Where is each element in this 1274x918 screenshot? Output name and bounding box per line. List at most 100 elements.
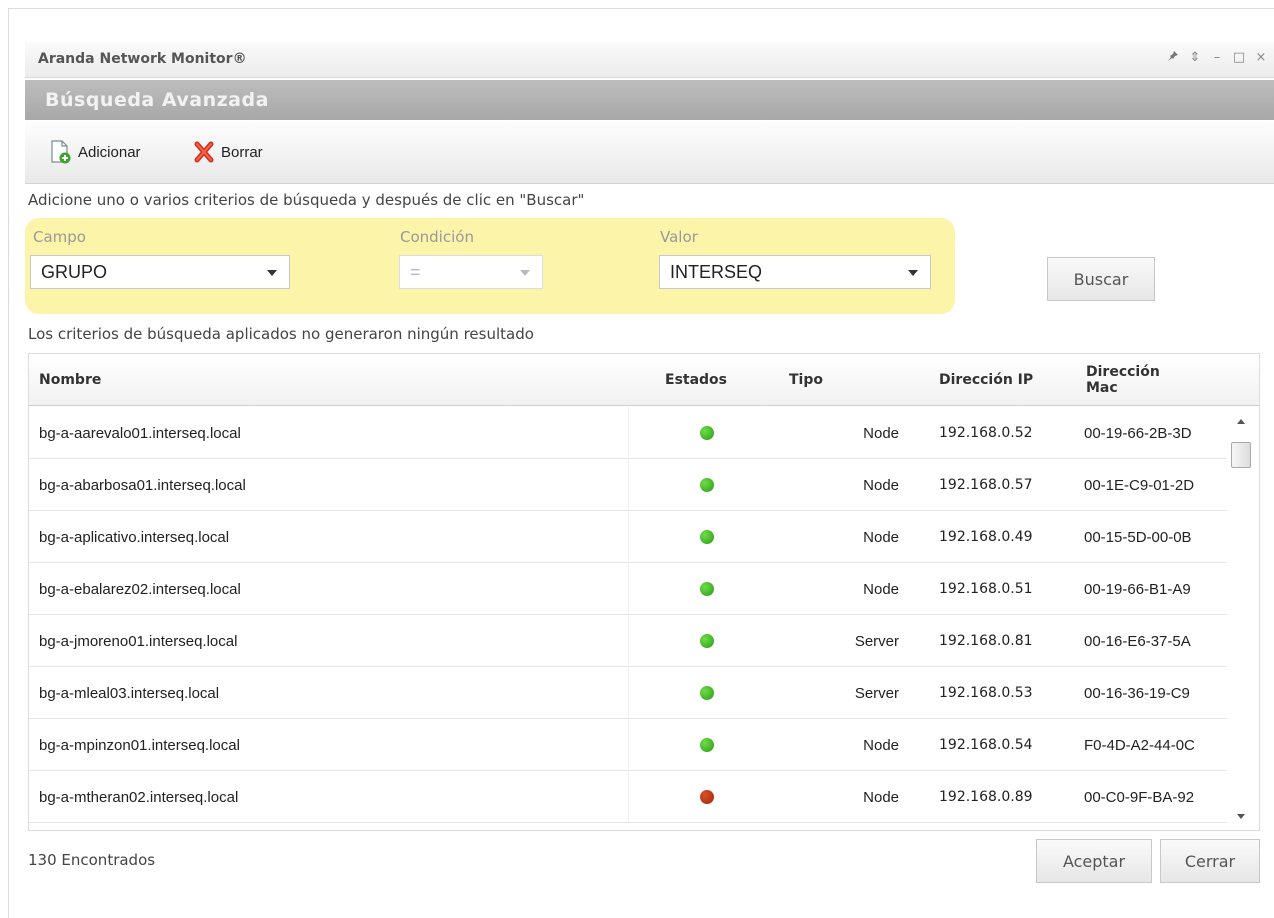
cell-ip: 192.168.0.89 bbox=[939, 789, 1033, 805]
condicion-label: Condición bbox=[400, 228, 474, 246]
section-title: Búsqueda Avanzada bbox=[45, 89, 269, 111]
cell-type: Node bbox=[863, 424, 899, 442]
status-dot-icon bbox=[700, 478, 714, 492]
cell-ip: 192.168.0.81 bbox=[939, 633, 1033, 649]
scroll-up-icon[interactable] bbox=[1237, 419, 1245, 424]
cell-name: bg-a-ebalarez02.interseq.local bbox=[39, 563, 629, 615]
cell-status bbox=[629, 719, 779, 771]
cell-name: bg-a-aplicativo.interseq.local bbox=[39, 511, 629, 563]
cell-name: bg-a-aarevalo01.interseq.local bbox=[39, 407, 629, 459]
cell-status bbox=[629, 667, 779, 719]
instructions-text: Adicione uno o varios criterios de búsqu… bbox=[28, 191, 585, 209]
status-dot-icon bbox=[700, 426, 714, 440]
valor-label: Valor bbox=[660, 228, 698, 246]
cell-name: bg-a-mleal03.interseq.local bbox=[39, 667, 629, 719]
valor-select-value: INTERSEQ bbox=[670, 262, 763, 282]
cell-ip: 192.168.0.52 bbox=[939, 425, 1033, 441]
status-dot-icon bbox=[700, 634, 714, 648]
close-button[interactable]: Cerrar bbox=[1160, 839, 1260, 883]
close-icon[interactable]: × bbox=[1254, 50, 1268, 66]
scrollbar-thumb[interactable] bbox=[1231, 442, 1251, 468]
vertical-scrollbar[interactable] bbox=[1227, 407, 1259, 830]
chevron-down-icon bbox=[267, 270, 277, 276]
accept-button[interactable]: Aceptar bbox=[1036, 839, 1152, 883]
section-header: Búsqueda Avanzada bbox=[25, 80, 1274, 120]
header-mac[interactable]: Dirección Mac bbox=[1086, 354, 1176, 406]
cell-type: Node bbox=[863, 580, 899, 598]
window-controls: ⇕ – □ × bbox=[1166, 50, 1268, 66]
cell-mac: 00-16-E6-37-5A bbox=[1084, 632, 1191, 650]
cell-status bbox=[629, 511, 779, 563]
table-row[interactable]: bg-a-mleal03.interseq.local Server 192.168… bbox=[29, 667, 1227, 719]
cell-mac: 00-19-66-2B-3D bbox=[1084, 424, 1192, 442]
cell-ip: 192.168.0.54 bbox=[939, 737, 1033, 753]
cell-status bbox=[629, 563, 779, 615]
status-dot-icon bbox=[700, 686, 714, 700]
status-dot-icon bbox=[700, 530, 714, 544]
table-row[interactable]: bg-a-ebalarez02.interseq.local Node 192.16… bbox=[29, 563, 1227, 615]
cell-status bbox=[629, 615, 779, 667]
search-button[interactable]: Buscar bbox=[1047, 257, 1155, 301]
toolbar: Adicionar Borrar bbox=[25, 122, 1274, 184]
cell-type: Node bbox=[863, 528, 899, 546]
cell-name: bg-a-mpinzon01.interseq.local bbox=[39, 719, 629, 771]
cell-mac: 00-15-5D-00-0B bbox=[1084, 528, 1192, 546]
table-row[interactable]: bg-a-mpinzon01.interseq.local Node 192.168… bbox=[29, 719, 1227, 771]
chevron-down-icon bbox=[908, 270, 918, 276]
chevron-down-icon bbox=[520, 270, 530, 276]
delete-button-label: Borrar bbox=[221, 143, 263, 161]
add-document-icon bbox=[50, 140, 72, 164]
cell-type: Server bbox=[854, 632, 899, 650]
cell-mac: 00-16-36-19-C9 bbox=[1084, 684, 1190, 702]
valor-select[interactable]: INTERSEQ bbox=[659, 255, 931, 289]
table-row[interactable]: bg-a-jmoreno01.interseq.local Server 192.1… bbox=[29, 615, 1227, 667]
delete-button[interactable]: Borrar bbox=[193, 140, 263, 164]
status-dot-icon bbox=[700, 582, 714, 596]
cell-ip: 192.168.0.49 bbox=[939, 529, 1033, 545]
condicion-select-value: = bbox=[410, 262, 421, 282]
campo-select-value: GRUPO bbox=[41, 262, 108, 282]
cell-status bbox=[629, 407, 779, 459]
cell-type: Node bbox=[863, 736, 899, 754]
maximize-icon[interactable]: □ bbox=[1232, 50, 1246, 66]
window-titlebar: Aranda Network Monitor® ⇕ – □ × bbox=[25, 42, 1274, 78]
cell-name: bg-a-mtheran02.interseq.local bbox=[39, 771, 629, 823]
header-ip[interactable]: Dirección IP bbox=[939, 354, 1033, 406]
cell-status bbox=[629, 459, 779, 511]
refresh-icon[interactable]: ⇕ bbox=[1188, 50, 1202, 66]
cell-mac: F0-4D-A2-44-0C bbox=[1084, 736, 1195, 754]
cell-type: Server bbox=[854, 684, 899, 702]
cell-mac: 00-C0-9F-BA-92 bbox=[1084, 788, 1195, 806]
results-grid: Nombre Estados Tipo Dirección IP Direcci… bbox=[28, 353, 1260, 831]
cell-ip: 192.168.0.57 bbox=[939, 477, 1033, 493]
campo-select[interactable]: GRUPO bbox=[30, 255, 290, 289]
header-nombre[interactable]: Nombre bbox=[39, 354, 101, 406]
cell-ip: 192.168.0.51 bbox=[939, 581, 1033, 597]
scroll-down-icon[interactable] bbox=[1237, 814, 1245, 819]
no-results-message: Los criterios de búsqueda aplicados no g… bbox=[28, 325, 534, 343]
cell-ip: 192.168.0.53 bbox=[939, 685, 1033, 701]
cell-type: Node bbox=[863, 476, 899, 494]
cell-type: Node bbox=[863, 788, 899, 806]
delete-x-icon bbox=[193, 140, 215, 164]
cell-mac: 00-19-66-B1-A9 bbox=[1084, 580, 1191, 598]
add-button[interactable]: Adicionar bbox=[50, 140, 141, 164]
result-count: 130 Encontrados bbox=[28, 851, 156, 869]
table-row[interactable]: bg-a-aplicativo.interseq.local Node 192.16… bbox=[29, 511, 1227, 563]
table-row[interactable]: bg-a-abarbosa01.interseq.local Node 192.16… bbox=[29, 459, 1227, 511]
status-dot-icon bbox=[700, 790, 714, 804]
cell-mac: 00-1E-C9-01-2D bbox=[1084, 476, 1195, 494]
grid-header: Nombre Estados Tipo Dirección IP Direcci… bbox=[29, 354, 1259, 406]
status-dot-icon bbox=[700, 738, 714, 752]
pin-icon[interactable] bbox=[1166, 50, 1180, 66]
table-row[interactable]: bg-a-mtheran02.interseq.local Node 192.168… bbox=[29, 771, 1227, 823]
cell-name: bg-a-abarbosa01.interseq.local bbox=[39, 459, 629, 511]
grid-rows: bg-a-aarevalo01.interseq.local Node 192.16… bbox=[29, 407, 1227, 823]
minimize-icon[interactable]: – bbox=[1210, 50, 1224, 66]
search-criteria-panel: Campo GRUPO Condición = Valor INTERSEQ bbox=[25, 218, 955, 314]
header-estados[interactable]: Estados bbox=[665, 354, 727, 406]
header-tipo[interactable]: Tipo bbox=[789, 354, 823, 406]
table-row[interactable]: bg-a-aarevalo01.interseq.local Node 192.16… bbox=[29, 407, 1227, 459]
cell-name: bg-a-jmoreno01.interseq.local bbox=[39, 615, 629, 667]
campo-label: Campo bbox=[33, 228, 86, 246]
